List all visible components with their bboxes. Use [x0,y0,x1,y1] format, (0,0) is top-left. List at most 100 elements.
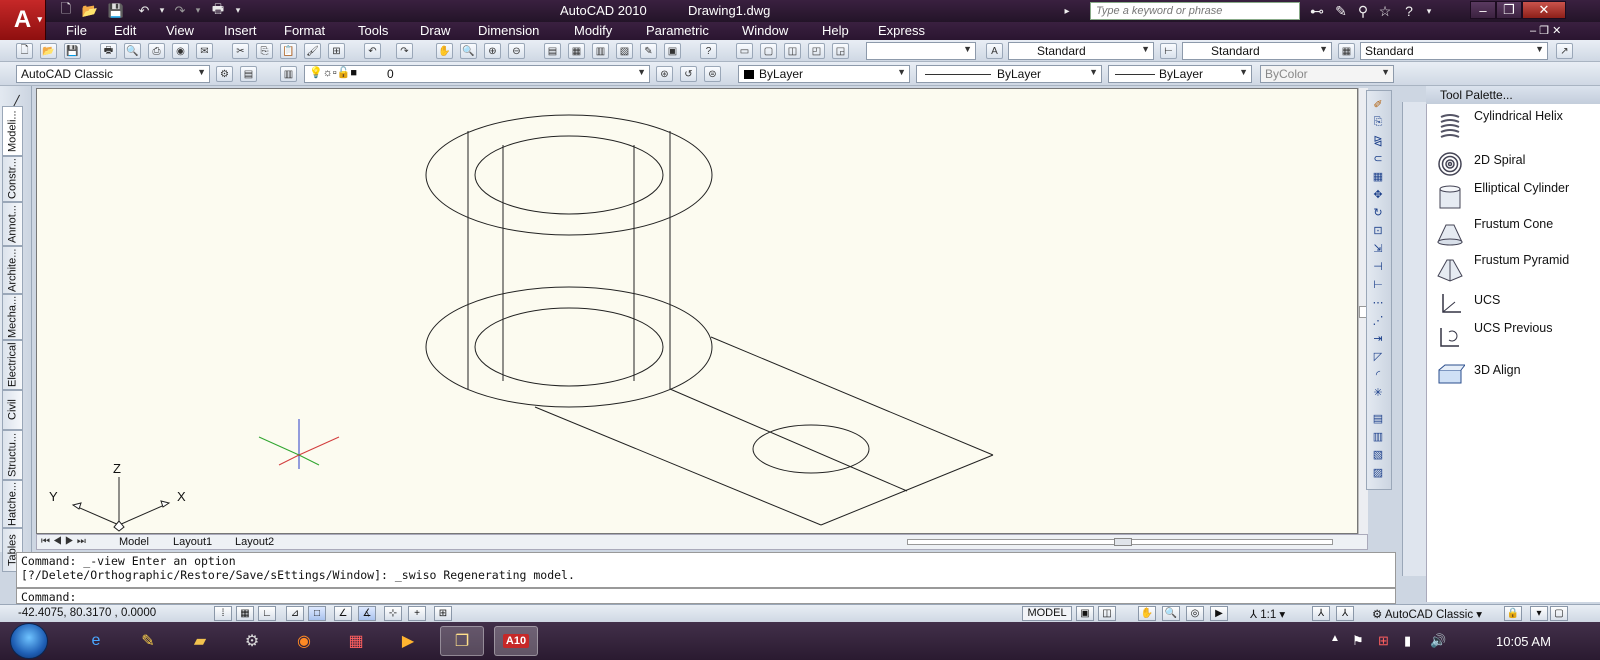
color-select[interactable]: ByLayer ▼ [738,65,910,83]
properties-icon[interactable]: ▤ [544,43,561,59]
file-explorer-icon[interactable]: ▰ [178,626,222,656]
zoom-realtime-icon[interactable]: 🔍 [460,43,477,59]
menu-dimension[interactable]: Dimension [474,22,543,40]
menu-insert[interactable]: Insert [220,22,261,40]
application-menu-button[interactable]: A ▾ [0,0,46,40]
redo-dropdown-icon[interactable]: ▾ [188,2,208,19]
palette-item-ucs-previous[interactable]: UCS Previous [1435,322,1595,356]
media-player-icon[interactable]: ▶ [386,626,430,656]
undo-dropdown-icon[interactable]: ▾ [152,2,172,19]
chamfer-icon[interactable]: ◸ [1369,348,1387,364]
block-editor-icon[interactable]: ⊞ [328,43,345,59]
mirror-icon[interactable]: ⧎ [1369,132,1387,148]
folders-task-icon[interactable]: ❐ [440,626,484,656]
draworder-back-icon[interactable]: ▥ [1369,428,1387,444]
palette-tab-mechanical[interactable]: Mecha... [2,294,23,340]
close-icon[interactable]: ✕ [1522,1,1566,19]
menu-file[interactable]: File [62,22,91,40]
viewport-icon[interactable]: ▢ [760,43,777,59]
dynamic-input-icon[interactable]: + [408,606,426,621]
menu-parametric[interactable]: Parametric [642,22,713,40]
offset-icon[interactable]: ⊂ [1369,150,1387,166]
layer-properties-icon[interactable]: ▥ [280,66,297,82]
coordinates-readout[interactable]: -42.4075, 80.3170 , 0.0000 [18,607,156,619]
quickcalc-icon[interactable]: ▣ [664,43,681,59]
open-icon[interactable]: 📂 [40,43,57,59]
pan-status-icon[interactable]: ✋ [1138,606,1156,621]
plot-preview-icon[interactable]: 🔍 [124,43,141,59]
horizontal-scrollbar[interactable] [907,538,1333,546]
break-at-point-icon[interactable]: ⋯ [1369,294,1387,310]
zoom-status-icon[interactable]: 🔍 [1162,606,1180,621]
save-toolbar-icon[interactable]: 💾 [64,43,81,59]
named-views-icon[interactable]: ▭ [736,43,753,59]
open-file-icon[interactable]: 📂 [80,2,100,19]
palette-tab-electrical[interactable]: Electrical [2,340,23,390]
dim-style-select[interactable]: Standard ▼ [1182,42,1332,60]
palette-tab-hatches[interactable]: Hatche... [2,480,23,528]
autocad-task-button[interactable]: A10 [494,626,538,656]
action-center-flag-icon[interactable]: ⚑ [1352,633,1364,649]
undo-toolbar-icon[interactable]: ↶ [364,43,381,59]
clean-screen-icon[interactable]: ▢ [1550,606,1568,621]
quick-view-layouts-icon[interactable]: ▣ [1076,606,1094,621]
qnew-icon[interactable]: 🗋 [16,43,33,59]
tab-layout2[interactable]: Layout2 [235,536,274,548]
palette-tab-modeling[interactable]: Modeli... [2,106,23,156]
menu-window[interactable]: Window [738,22,792,40]
menu-express[interactable]: Express [874,22,929,40]
grid-display-icon[interactable]: ▦ [236,606,254,621]
menu-tools[interactable]: Tools [354,22,392,40]
search-input[interactable]: Type a keyword or phrase [1090,2,1300,20]
drawing-canvas[interactable]: Z Y X [36,88,1358,534]
3d-dwf-icon[interactable]: ◉ [172,43,189,59]
3d-osnap-icon[interactable]: ∠ [334,606,352,621]
clip-icon[interactable]: ◫ [784,43,801,59]
dim-style-icon[interactable]: ⊢ [1160,43,1177,59]
copy-object-icon[interactable]: ⎘ [1369,114,1387,130]
print-icon[interactable]: 🖶 [100,43,117,59]
move-icon[interactable]: ✥ [1369,186,1387,202]
menu-draw[interactable]: Draw [416,22,454,40]
help-toolbar-icon[interactable]: ? [700,43,717,59]
binoculars-search-icon[interactable]: ⊷ [1306,2,1328,20]
tray-app-icon[interactable]: ⊞ [1378,633,1389,649]
tray-expand-icon[interactable]: ▲ [1330,633,1340,644]
sheet-set-icon[interactable]: ▧ [616,43,633,59]
snap-mode-icon[interactable]: ⁞ [214,606,232,621]
favorites-star-icon[interactable]: ☆ [1374,2,1396,20]
cut-icon[interactable]: ✂ [232,43,249,59]
qat-customize-icon[interactable]: ▾ [228,2,248,19]
viewport-scale-icon[interactable]: ◲ [832,43,849,59]
undo-icon[interactable]: ↶ [134,2,154,19]
network-icon[interactable]: ▮ [1404,633,1411,649]
paste-icon[interactable]: 📋 [280,43,297,59]
lineweight-select[interactable]: ByLayer ▼ [1108,65,1252,83]
command-scrollbar[interactable] [1396,552,1402,604]
fillet-icon[interactable]: ◜ [1369,366,1387,382]
object-snap-icon[interactable]: □ [308,606,326,621]
palette-item-cylindrical-helix[interactable]: Cylindrical Helix [1435,110,1595,144]
zoom-window-icon[interactable]: ⊕ [484,43,501,59]
workspace-switching[interactable]: ⚙ AutoCAD Classic ▾ [1372,607,1482,621]
horizontal-scroll-thumb[interactable] [1114,538,1132,546]
markup-icon[interactable]: ✎ [640,43,657,59]
tab-nav-arrows[interactable]: ⏮◀▶⏭ [41,536,89,547]
auto-scale-icon[interactable]: ⅄ [1336,606,1354,621]
extend-icon[interactable]: ⊢ [1369,276,1387,292]
menu-format[interactable]: Format [280,22,329,40]
break-icon[interactable]: ⋰ [1369,312,1387,328]
linetype-select[interactable]: ByLayer ▼ [916,65,1102,83]
zoom-previous-icon[interactable]: ⊖ [508,43,525,59]
rotate-icon[interactable]: ↻ [1369,204,1387,220]
palette-item-frustum-cone[interactable]: Frustum Cone [1435,218,1595,252]
join-icon[interactable]: ⇥ [1369,330,1387,346]
array-icon[interactable]: ▦ [1369,168,1387,184]
help-icon[interactable]: ? [1398,2,1420,20]
minimize-icon[interactable]: – [1470,1,1496,19]
text-style-select[interactable]: Standard ▼ [1008,42,1154,60]
command-input[interactable]: Command: [16,588,1396,604]
subscription-key-icon[interactable]: ✎ [1330,2,1352,20]
tab-model[interactable]: Model [119,536,149,548]
palette-tab-civil[interactable]: Civil [2,390,23,430]
